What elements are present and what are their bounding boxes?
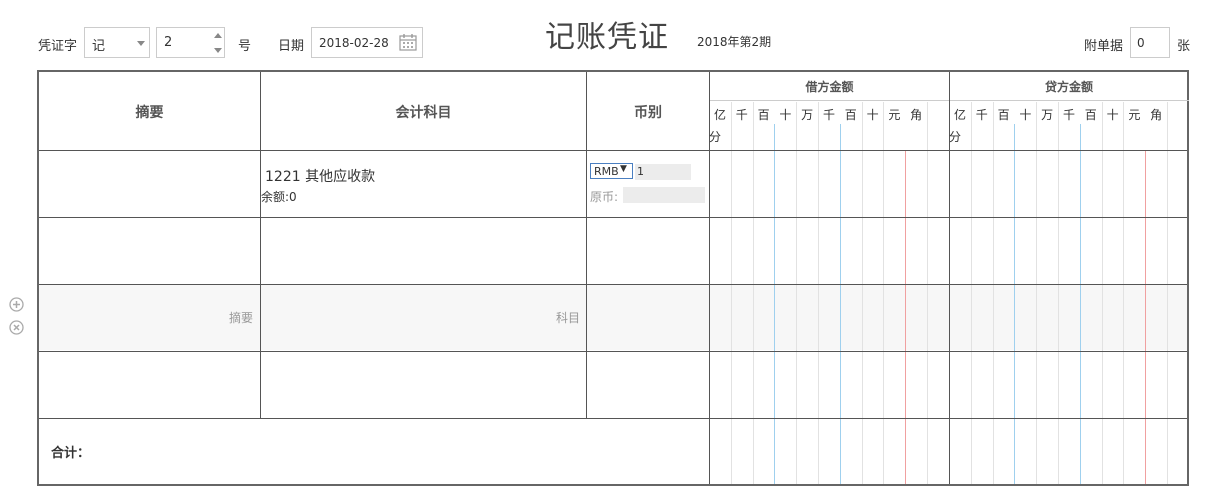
amount-digit-line (1058, 102, 1059, 484)
amount-digit-line (1145, 150, 1146, 484)
voucher-word-label: 凭证字 (38, 39, 78, 54)
credit-unit-label: 元 (1128, 108, 1141, 122)
plus-circle-icon[interactable] (9, 297, 24, 312)
date-input[interactable]: 2018-02-28 (311, 27, 423, 58)
currency-value: RMB (594, 165, 619, 178)
increment-icon[interactable] (214, 33, 222, 38)
amount-digit-line (840, 124, 841, 484)
amount-digit-line (753, 102, 754, 484)
amount-digit-line (731, 102, 732, 484)
debit-unit-label: 千 (822, 108, 835, 122)
page-title: 记账凭证 (545, 20, 669, 55)
debit-unit-label: 百 (844, 108, 857, 122)
debit-unit-label: 分 (708, 130, 721, 144)
exchange-rate-value: 1 (637, 165, 644, 178)
decrement-icon[interactable] (214, 48, 222, 53)
voucher-word-value: 记 (92, 39, 106, 54)
amount-digit-line (905, 150, 906, 484)
credit-unit-label: 亿 (953, 108, 966, 122)
header-debit: 借方金额 (805, 80, 854, 94)
summary-placeholder[interactable]: 摘要 (229, 309, 253, 326)
amount-digit-line (1080, 124, 1081, 484)
header-account: 会计科目 (395, 105, 452, 121)
amount-digit-line (993, 102, 994, 484)
amount-digit-line (818, 102, 819, 484)
debit-unit-label: 百 (757, 108, 770, 122)
credit-unit-label: 千 (975, 108, 988, 122)
original-currency-label: 原币: (590, 190, 619, 204)
debit-unit-label: 角 (910, 108, 923, 122)
voucher-number-value: 2 (164, 35, 173, 50)
debit-unit-label: 元 (888, 108, 901, 122)
credit-unit-label: 百 (997, 108, 1010, 122)
debit-unit-label: 万 (801, 108, 814, 122)
credit-unit-label: 百 (1084, 108, 1097, 122)
credit-unit-label: 十 (1019, 108, 1032, 122)
attachment-count-value: 0 (1137, 36, 1145, 50)
x-circle-icon[interactable] (9, 320, 24, 335)
voucher-number-stepper[interactable]: 2 (156, 27, 225, 58)
credit-unit-label: 十 (1106, 108, 1119, 122)
debit-unit-label: 亿 (713, 108, 726, 122)
amount-digit-line (883, 102, 884, 484)
date-label: 日期 (278, 39, 305, 54)
attachment-count-input[interactable]: 0 (1130, 27, 1170, 58)
amount-digit-line (1167, 102, 1168, 484)
header-summary: 摘要 (135, 105, 164, 121)
period-text: 2018年第2期 (697, 35, 772, 49)
header-currency: 币别 (634, 105, 662, 121)
amount-digit-line (796, 102, 797, 484)
amount-digit-line (1036, 102, 1037, 484)
currency-select[interactable]: RMB ▼ (590, 163, 633, 179)
amount-digit-line (971, 102, 972, 484)
voucher-word-select[interactable]: 记 (84, 27, 150, 58)
original-currency-input[interactable] (623, 187, 705, 203)
number-suffix: 号 (238, 39, 252, 54)
account-cell-value[interactable]: 1221 其他应收款 (265, 166, 375, 186)
voucher-table: 摘要 会计科目 币别 借方金额 贷方金额 亿千百十万千百十元角分亿千百十万千百十… (37, 70, 1189, 486)
attachment-label: 附单据 (1084, 39, 1124, 54)
total-label: 合计： (51, 446, 91, 461)
chevron-down-icon: ▼ (620, 164, 627, 174)
debit-unit-label: 十 (779, 108, 792, 122)
amount-digit-line (927, 102, 928, 484)
credit-unit-label: 角 (1150, 108, 1163, 122)
credit-unit-label: 分 (948, 130, 961, 144)
debit-unit-label: 千 (735, 108, 748, 122)
credit-unit-label: 万 (1041, 108, 1054, 122)
header-credit: 贷方金额 (1044, 80, 1093, 94)
credit-unit-label: 千 (1062, 108, 1075, 122)
amount-digit-line (774, 124, 775, 484)
attachment-suffix: 张 (1177, 39, 1191, 54)
amount-digit-line (1123, 102, 1124, 484)
date-value: 2018-02-28 (319, 36, 389, 50)
amount-digit-line (1014, 124, 1015, 484)
amount-digit-line (1102, 102, 1103, 484)
account-balance: 余额:0 (261, 190, 297, 204)
debit-unit-label: 十 (866, 108, 879, 122)
amount-digit-line (862, 102, 863, 484)
account-placeholder[interactable]: 科目 (556, 309, 580, 326)
chevron-down-icon (137, 41, 145, 46)
calendar-icon[interactable] (399, 33, 417, 51)
exchange-rate-input[interactable]: 1 (635, 164, 691, 180)
